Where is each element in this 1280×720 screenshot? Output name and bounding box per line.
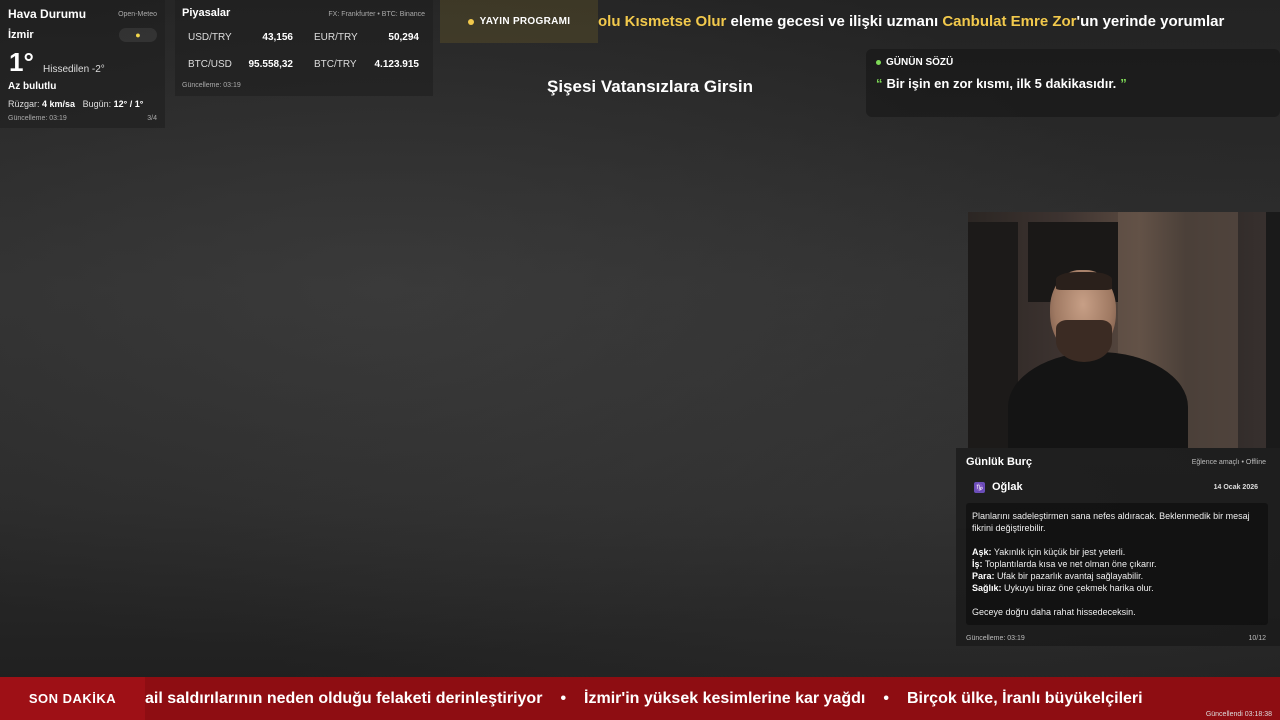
market-label: BTC/USD — [188, 59, 232, 70]
horoscope-body: Planlarını sadeleştirmen sana nefes aldı… — [966, 503, 1268, 625]
capricorn-icon: ♑ — [974, 481, 985, 493]
ticker-text: eleme gecesi ve ilişki uzmanı — [726, 13, 943, 30]
ticker-text: 'un yerinde yorumlar — [1076, 13, 1225, 30]
market-value: 95.558,32 — [248, 59, 294, 70]
webcam-edge — [1266, 212, 1280, 448]
streamer-hair — [1056, 272, 1112, 290]
top-ticker: olu Kısmetse Olur eleme gecesi ve ilişki… — [598, 0, 1280, 43]
market-label: EUR/TRY — [314, 32, 358, 43]
market-row: BTC/USD 95.558,32 — [188, 59, 293, 70]
markets-source: FX: Frankfurter • BTC: Binance — [328, 11, 425, 18]
quote-title: GÜNÜN SÖZÜ — [886, 57, 954, 68]
quote-close-icon: ” — [1120, 76, 1127, 91]
status-dot-icon — [467, 18, 474, 25]
horoscope-money: Para: Ufak bir pazarlık avantaj sağlayab… — [972, 571, 1144, 581]
sun-icon: ● — [119, 28, 157, 42]
wind-value: 4 km/sa — [42, 99, 76, 109]
horoscope-work: İş: Toplantılarda kısa ve net olman öne … — [972, 559, 1157, 569]
quote-widget: GÜNÜN SÖZÜ “ Bir işin en zor kısmı, ilk … — [866, 49, 1280, 117]
horoscope-updated: Güncelleme: 03:19 — [966, 635, 1025, 642]
status-dot-icon — [876, 60, 881, 65]
weather-feels-like: Hissedilen -2° — [43, 64, 105, 75]
horoscope-outro: Geceye doğru daha rahat hissedeceksin. — [972, 607, 1136, 617]
webcam-feed — [968, 212, 1280, 448]
quote-header: GÜNÜN SÖZÜ — [876, 57, 1270, 68]
weather-widget: Hava Durumu Open-Meteo İzmir ● 1° Hissed… — [0, 0, 165, 128]
today-label: Bugün: — [82, 99, 112, 109]
market-label: BTC/TRY — [314, 59, 357, 70]
separator-dot-icon: • — [883, 689, 889, 707]
markets-widget: Piyasalar FX: Frankfurter • BTC: Binance… — [175, 0, 433, 96]
breaking-news-items: ail saldırılarının neden olduğu felaketi… — [145, 690, 1143, 708]
horoscope-tag: Eğlence amaçlı • Offline — [1191, 459, 1266, 466]
quote-text: Bir işin en zor kısmı, ilk 5 dakikasıdır… — [886, 76, 1117, 91]
horoscope-sign-name: Oğlak — [992, 481, 1023, 493]
market-value: 43,156 — [262, 32, 293, 43]
market-value: 50,294 — [388, 32, 419, 43]
quote-text-row: “ Bir işin en zor kısmı, ilk 5 dakikasıd… — [876, 76, 1270, 91]
market-row: USD/TRY 43,156 — [188, 32, 293, 43]
ticker-highlight: olu Kısmetse Olur — [598, 13, 727, 30]
breaking-news-item: İzmir'in yüksek kesimlerine kar yağdı — [584, 689, 866, 707]
breaking-news-item: Birçok ülke, İranlı büyükelçileri — [906, 689, 1143, 707]
breaking-news-label: SON DAKİKA — [0, 677, 145, 720]
horoscope-page-indicator: 10/12 — [1248, 635, 1266, 642]
weather-temperature: 1° — [9, 47, 34, 77]
weather-source: Open-Meteo — [118, 11, 157, 18]
horoscope-sign: ♑ Oğlak — [974, 481, 1023, 493]
weather-updated: Güncelleme: 03:19 — [8, 115, 67, 122]
now-playing-title: Şişesi Vatansızlara Girsin — [546, 77, 753, 96]
breaking-news-bar: SON DAKİKA ail saldırılarının neden oldu… — [0, 677, 1280, 720]
horoscope-love: Aşk: Yakınlık için küçük bir jest yeterl… — [972, 547, 1126, 557]
ticker-highlight: Canbulat Emre Zor — [942, 13, 1077, 30]
weather-city: İzmir — [8, 29, 34, 41]
breaking-updated: Güncellendi 03:18:38 — [1205, 711, 1272, 718]
wind-label: Rüzgar: — [8, 99, 40, 109]
separator-dot-icon: • — [560, 689, 567, 707]
today-value: 12° / 1° — [113, 99, 144, 109]
horoscope-date: 14 Ocak 2026 — [1213, 483, 1258, 491]
horoscope-intro: Planlarını sadeleştirmen sana nefes aldı… — [972, 511, 1250, 533]
horoscope-sign-row: ♑ Oğlak 14 Ocak 2026 — [974, 481, 1258, 493]
horoscope-health: Sağlık: Uykuyu biraz öne çekmek harika o… — [972, 583, 1154, 593]
weather-page-indicator: 3/4 — [147, 115, 157, 122]
market-value: 4.123.915 — [374, 59, 420, 70]
markets-updated: Güncelleme: 03:19 — [182, 82, 241, 89]
weather-wind: Rüzgar: 4 km/sa Bugün: 12° / 1° — [8, 99, 143, 109]
market-row: BTC/TRY 4.123.915 — [314, 59, 419, 70]
quote-open-icon: “ — [876, 76, 883, 91]
market-label: USD/TRY — [188, 32, 232, 43]
market-row: EUR/TRY 50,294 — [314, 32, 419, 43]
breaking-news-item: ail saldırılarının neden olduğu felaketi… — [145, 689, 543, 707]
schedule-badge: YAYIN PROGRAMI — [440, 0, 598, 43]
schedule-label: YAYIN PROGRAMI — [479, 16, 571, 27]
horoscope-widget: Günlük Burç Eğlence amaçlı • Offline ♑ O… — [956, 448, 1280, 646]
weather-description: Az bulutlu — [8, 81, 57, 92]
streamer-beard — [1056, 320, 1112, 362]
